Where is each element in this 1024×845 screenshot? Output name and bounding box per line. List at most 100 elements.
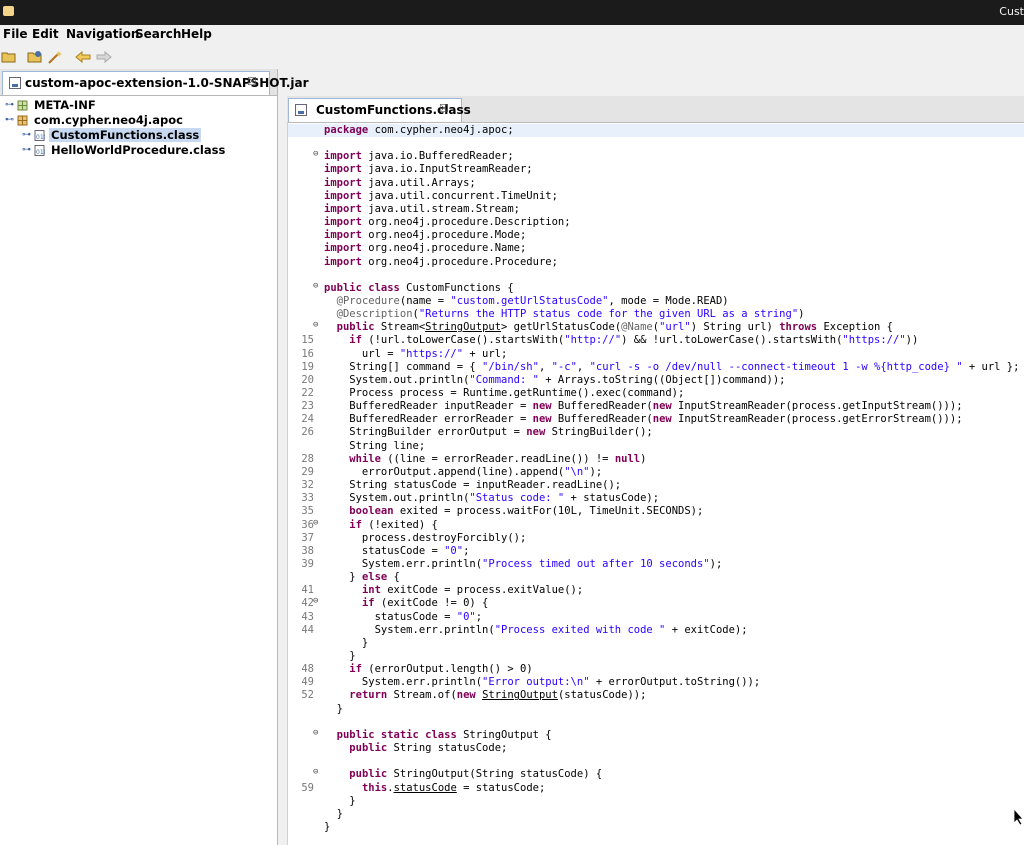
code-line[interactable]: } [288, 650, 1024, 663]
menu-edit[interactable]: Edit [32, 27, 59, 41]
code-line[interactable]: 38 statusCode = "0"; [288, 545, 1024, 558]
code-line[interactable]: 23 BufferedReader inputReader = new Buff… [288, 400, 1024, 413]
code-editor[interactable]: package com.cypher.neo4j.apoc; ⊖ import ja… [288, 124, 1024, 845]
menu-navigation[interactable]: Navigation [66, 27, 139, 41]
code-line[interactable]: 19 String[] command = { "/bin/sh", "-c",… [288, 361, 1024, 374]
code-line[interactable]: } else { [288, 571, 1024, 584]
code-line[interactable]: 28 while ((line = errorReader.readLine()… [288, 453, 1024, 466]
open-type-icon[interactable] [27, 50, 43, 64]
code-token: errorOutput.append(line).append( [324, 465, 565, 478]
code-line[interactable]: String line; [288, 440, 1024, 453]
expand-icon[interactable]: ⊶ [5, 100, 14, 110]
code-line[interactable] [288, 137, 1024, 150]
expand-icon[interactable]: ⊶ [22, 145, 31, 155]
code-token: String[] command = { [324, 360, 483, 373]
back-icon[interactable] [75, 50, 91, 64]
code-line[interactable]: 15 if (!url.toLowerCase().startsWith("ht… [288, 334, 1024, 347]
code-line[interactable]: 16 url = "https://" + url; [288, 348, 1024, 361]
fold-toggle-icon[interactable]: ⊖ [313, 768, 322, 777]
code-line[interactable]: 24 BufferedReader errorReader = new Buff… [288, 413, 1024, 426]
code-line[interactable]: 36 ⊖ if (!exited) { [288, 518, 1024, 532]
fold-toggle-icon[interactable]: ⊖ [313, 518, 322, 528]
menu-file[interactable]: File [3, 27, 28, 41]
wand-icon[interactable] [47, 50, 63, 64]
code-line[interactable]: public String statusCode; [288, 742, 1024, 755]
code-token: "curl -s -o /dev/null --connect-timeout … [589, 360, 963, 373]
code-line[interactable]: } [288, 795, 1024, 808]
code-token: process.destroyForcibly(); [324, 531, 527, 544]
code-line[interactable]: 29 errorOutput.append(line).append("\n")… [288, 466, 1024, 479]
code-token: > getUrlStatusCode( [501, 321, 622, 334]
fold-toggle-icon[interactable]: ⊖ [313, 597, 322, 606]
code-line[interactable]: import org.neo4j.procedure.Description; [288, 216, 1024, 229]
code-text: System.err.println("Process timed out af… [324, 558, 722, 570]
code-line[interactable] [288, 755, 1024, 768]
code-line[interactable]: import org.neo4j.procedure.Procedure; [288, 256, 1024, 269]
code-line[interactable]: 44 System.err.println("Process exited wi… [288, 624, 1024, 637]
code-line[interactable]: } [288, 637, 1024, 650]
code-token: ) && !url.toLowerCase().startsWith( [621, 334, 843, 347]
code-line[interactable]: 42 ⊖ if (exitCode != 0) { [288, 597, 1024, 610]
code-line[interactable]: 43 statusCode = "0"; [288, 611, 1024, 624]
code-line[interactable]: 32 String statusCode = inputReader.readL… [288, 479, 1024, 492]
code-line[interactable]: ⊖ public static class StringOutput { [288, 728, 1024, 742]
menu-help[interactable]: Help [181, 27, 212, 41]
code-line[interactable]: 26 StringBuilder errorOutput = new Strin… [288, 426, 1024, 439]
code-line[interactable]: import java.util.stream.Stream; [288, 203, 1024, 216]
code-line[interactable]: import org.neo4j.procedure.Name; [288, 242, 1024, 255]
code-line[interactable]: ⊖ public StringOutput(String statusCode)… [288, 768, 1024, 781]
forward-icon[interactable] [96, 50, 112, 64]
code-line[interactable]: import java.io.InputStreamReader; [288, 163, 1024, 176]
collapse-icon[interactable]: ⊷ [5, 115, 14, 125]
close-icon[interactable]: ☒ [439, 102, 449, 115]
code-line[interactable]: import java.util.Arrays; [288, 177, 1024, 190]
fold-toggle-icon[interactable]: ⊖ [313, 728, 322, 738]
code-line[interactable]: 35 boolean exited = process.waitFor(10L,… [288, 505, 1024, 518]
code-token: org.neo4j.procedure.Mode; [361, 229, 527, 242]
code-line[interactable]: import org.neo4j.procedure.Mode; [288, 229, 1024, 242]
code-token: + Arrays.toString((Object[])command)); [538, 373, 786, 386]
code-line[interactable]: ⊖ import java.io.BufferedReader; [288, 150, 1024, 163]
expand-icon[interactable]: ⊶ [22, 130, 31, 140]
tab-customfunctions[interactable]: CustomFunctions.class ☒ [288, 98, 471, 122]
code-line[interactable]: import java.util.concurrent.TimeUnit; [288, 190, 1024, 203]
fold-toggle-icon[interactable]: ⊖ [313, 150, 322, 159]
code-line[interactable]: } [288, 808, 1024, 821]
code-line[interactable]: } [288, 703, 1024, 716]
code-line[interactable]: 49 System.err.println("Error output:\n" … [288, 676, 1024, 689]
code-token: new [652, 413, 672, 426]
code-line[interactable] [288, 716, 1024, 729]
code-line[interactable]: package com.cypher.neo4j.apoc; [288, 124, 1024, 137]
code-line[interactable]: ⊖ public Stream<StringOutput> getUrlStat… [288, 321, 1024, 334]
open-icon[interactable] [1, 50, 17, 64]
code-token: Stream< [374, 321, 426, 334]
code-line[interactable]: 33 System.out.println("Status code: " + … [288, 492, 1024, 505]
code-line[interactable]: @Description("Returns the HTTP status co… [288, 308, 1024, 321]
code-line[interactable]: @Procedure(name = "custom.getUrlStatusCo… [288, 295, 1024, 308]
code-line[interactable]: ⊖ public class CustomFunctions { [288, 281, 1024, 295]
tab-jar[interactable]: custom-apoc-extension-1.0-SNAPSHOT.jar ☒ [2, 71, 309, 95]
code-line[interactable]: 48 if (errorOutput.length() > 0) [288, 663, 1024, 676]
fold-toggle-icon[interactable]: ⊖ [313, 321, 322, 330]
code-token: null [614, 452, 641, 465]
code-line[interactable]: 39 System.err.println("Process timed out… [288, 558, 1024, 571]
code-line[interactable]: 20 System.out.println("Command: " + Arra… [288, 374, 1024, 387]
fold-toggle-icon[interactable]: ⊖ [313, 281, 322, 291]
code-token: System.err.println( [324, 676, 483, 689]
window-title: Cust [999, 5, 1024, 18]
code-line[interactable] [288, 269, 1024, 282]
close-icon[interactable]: ☒ [247, 75, 257, 88]
code-line[interactable]: 52 return Stream.of(new StringOutput(sta… [288, 689, 1024, 702]
code-token: throws [779, 321, 818, 334]
code-token: CustomFunctions { [399, 281, 514, 294]
code-line[interactable]: 59 this.statusCode = statusCode; [288, 782, 1024, 795]
code-line[interactable]: 41 int exitCode = process.exitValue(); [288, 584, 1024, 597]
code-line[interactable]: 22 Process process = Runtime.getRuntime(… [288, 387, 1024, 400]
code-line[interactable]: 37 process.destroyForcibly(); [288, 532, 1024, 545]
code-text: } [324, 821, 330, 833]
code-token: else [361, 571, 388, 584]
code-line[interactable]: } [288, 821, 1024, 834]
menu-search[interactable]: Search [135, 27, 181, 41]
tree-node-label: HelloWorldProcedure.class [51, 143, 226, 157]
